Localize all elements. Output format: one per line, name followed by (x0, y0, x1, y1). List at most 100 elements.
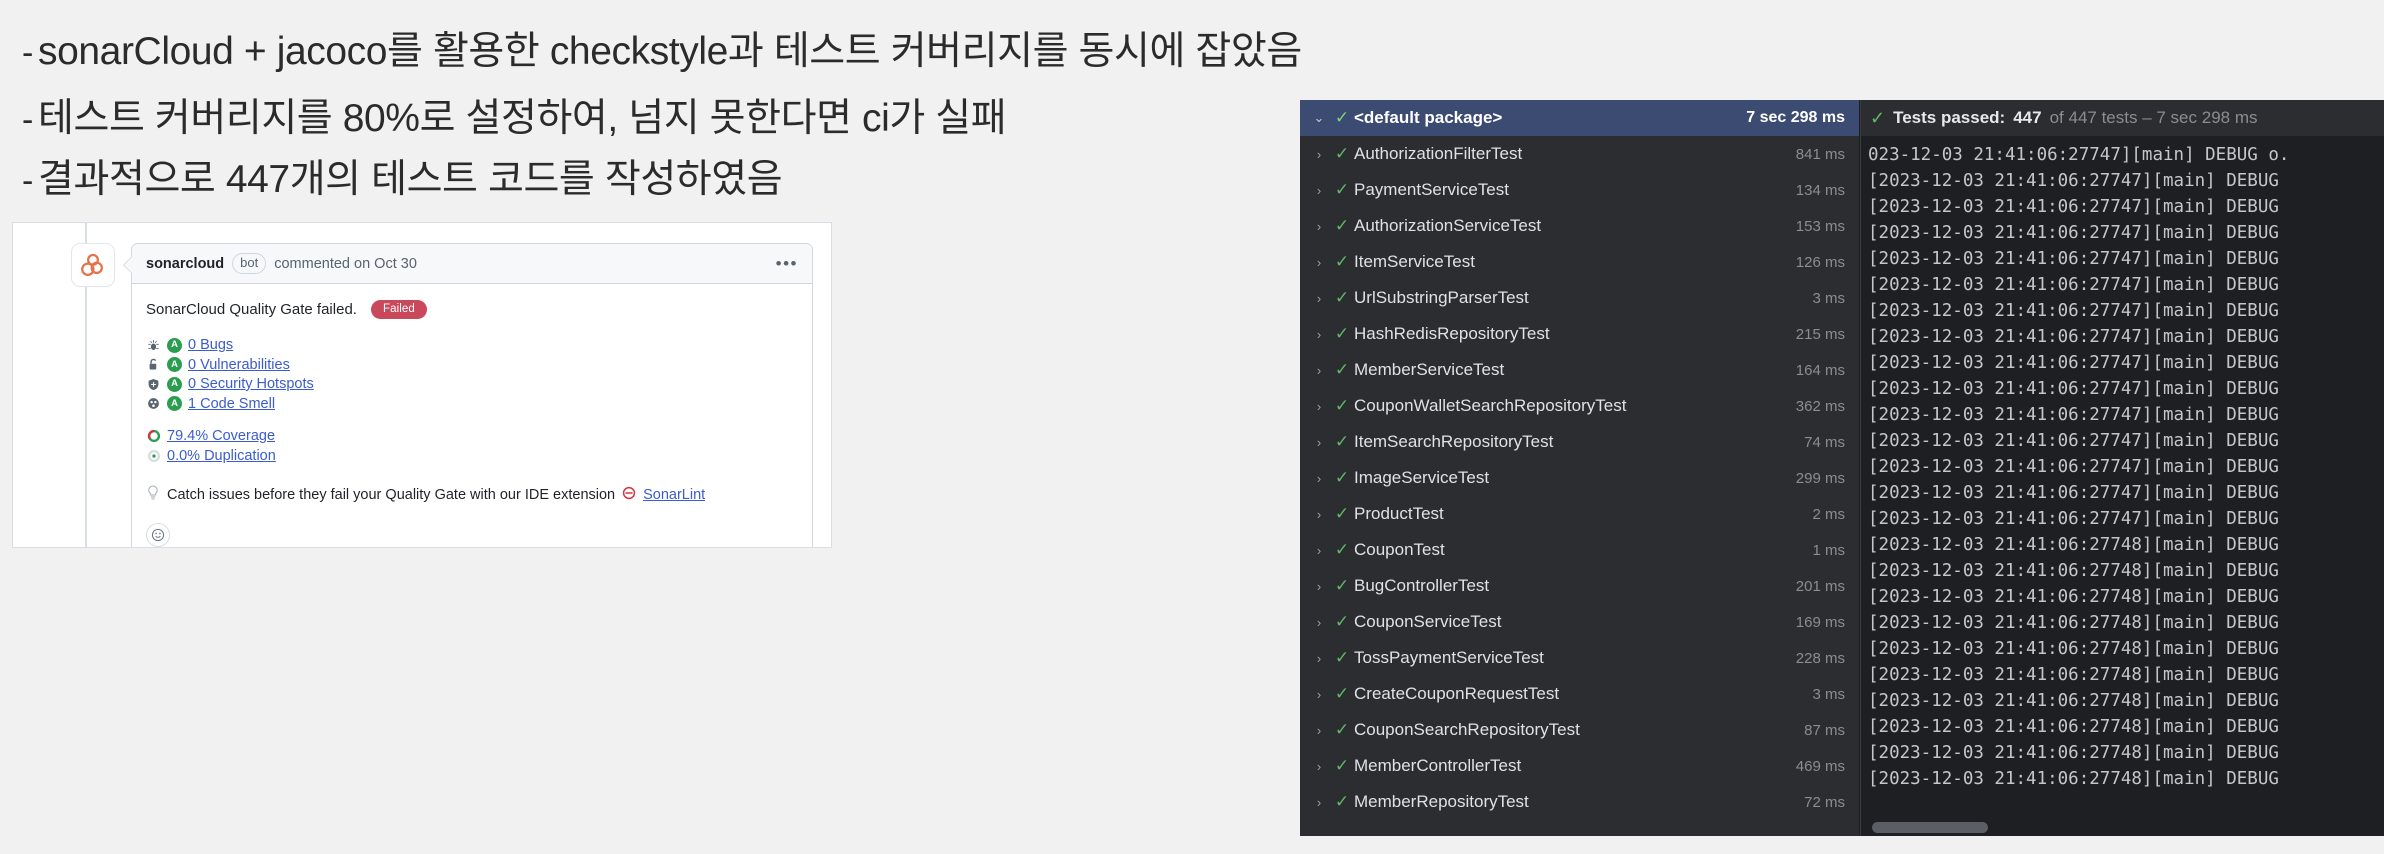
check-icon: ✓ (1334, 576, 1350, 595)
tree-item-duration: 299 ms (1795, 469, 1845, 487)
tree-row[interactable]: › ✓ MemberServiceTest 164 ms (1300, 352, 1859, 388)
chevron-right-icon[interactable]: › (1308, 543, 1330, 558)
tree-row[interactable]: › ✓ HashRedisRepositoryTest 215 ms (1300, 316, 1859, 352)
comment-timestamp: commented on Oct 30 (274, 255, 417, 272)
tree-row[interactable]: › ✓ ItemSearchRepositoryTest 74 ms (1300, 424, 1859, 460)
metric-row: A 0 Bugs (146, 335, 798, 355)
tree-row[interactable]: › ✓ CouponSearchRepositoryTest 87 ms (1300, 712, 1859, 748)
tree-item-label: PaymentServiceTest (1354, 180, 1509, 199)
chevron-right-icon[interactable]: › (1308, 579, 1330, 594)
console-log-line: [2023-12-03 21:41:06:27747][main] DEBUG (1868, 327, 2279, 347)
tree-row[interactable]: › ✓ ProductTest 2 ms (1300, 496, 1859, 532)
chevron-right-icon[interactable]: › (1308, 471, 1330, 486)
sonarlint-link[interactable]: SonarLint (643, 487, 705, 503)
tree-row[interactable]: › ✓ UrlSubstringParserTest 3 ms (1300, 280, 1859, 316)
ide-extension-tip: Catch issues before they fail your Quali… (146, 485, 798, 505)
console-log-line: [2023-12-03 21:41:06:27747][main] DEBUG (1868, 353, 2279, 373)
chevron-right-icon[interactable]: › (1308, 255, 1330, 270)
check-icon: ✓ (1334, 468, 1350, 487)
comment-body-container: sonarcloud bot commented on Oct 30 ••• S… (123, 243, 813, 547)
bullet-dash: - (22, 162, 33, 200)
check-icon: ✓ (1870, 107, 1886, 128)
tree-row[interactable]: › ✓ CouponWalletSearchRepositoryTest 362 ms (1300, 388, 1859, 424)
console-log-line: [2023-12-03 21:41:06:27748][main] DEBUG (1868, 665, 2279, 685)
metric-list: A 0 Bugs A 0 Vulnerabilities A 0 Securit… (146, 335, 798, 413)
tree-item-label: CreateCouponRequestTest (1354, 684, 1560, 703)
status-suffix: of 447 tests – 7 sec 298 ms (2049, 108, 2258, 127)
metric-row: 79.4% Coverage (146, 426, 798, 446)
tree-row[interactable]: › ✓ ImageServiceTest 299 ms (1300, 460, 1859, 496)
metric-link-bugs[interactable]: 0 Bugs (188, 337, 233, 353)
tree-row[interactable]: › ✓ BugControllerTest 201 ms (1300, 568, 1859, 604)
tree-row[interactable]: › ✓ AuthorizationServiceTest 153 ms (1300, 208, 1859, 244)
tree-item-duration: 72 ms (1804, 793, 1845, 811)
test-tree[interactable]: ⌄ ✓ <default package> 7 sec 298 ms › ✓ Aut… (1300, 100, 1860, 836)
chevron-right-icon[interactable]: › (1308, 759, 1330, 774)
tree-row[interactable]: › ✓ CreateCouponRequestTest 3 ms (1300, 676, 1859, 712)
horizontal-scrollbar[interactable] (1872, 822, 1988, 833)
chevron-right-icon[interactable]: › (1308, 183, 1330, 198)
tree-item-duration: 126 ms (1795, 253, 1845, 271)
lightbulb-icon (146, 485, 160, 505)
check-icon: ✓ (1334, 288, 1350, 307)
chevron-right-icon[interactable]: › (1308, 615, 1330, 630)
tree-row[interactable]: › ✓ MemberRepositoryTest 72 ms (1300, 784, 1859, 820)
quality-gate-line: SonarCloud Quality Gate failed. Failed (146, 300, 798, 320)
console-log-line: [2023-12-03 21:41:06:27747][main] DEBUG (1868, 197, 2279, 217)
console-log-line: [2023-12-03 21:41:06:27747][main] DEBUG (1868, 301, 2279, 321)
console-log-line: [2023-12-03 21:41:06:27747][main] DEBUG (1868, 249, 2279, 269)
metric-link-coverage[interactable]: 79.4% Coverage (167, 428, 275, 444)
quality-gate-text: SonarCloud Quality Gate failed. (146, 301, 357, 319)
chevron-right-icon[interactable]: › (1308, 363, 1330, 378)
avatar[interactable] (71, 243, 115, 287)
chevron-right-icon[interactable]: › (1308, 651, 1330, 666)
console-log-line: 023-12-03 21:41:06:27747][main] DEBUG o. (1868, 145, 2290, 165)
kebab-menu-icon[interactable]: ••• (776, 254, 798, 271)
console-log-line: [2023-12-03 21:41:06:27748][main] DEBUG (1868, 587, 2279, 607)
console-panel[interactable]: ✓ Tests passed: 447 of 447 tests – 7 sec… (1860, 100, 2384, 836)
check-icon: ✓ (1334, 360, 1350, 379)
chevron-right-icon[interactable]: › (1308, 723, 1330, 738)
chevron-right-icon[interactable]: › (1308, 399, 1330, 414)
tree-row[interactable]: › ✓ PaymentServiceTest 134 ms (1300, 172, 1859, 208)
add-reaction-button[interactable] (146, 523, 170, 547)
chevron-right-icon[interactable]: › (1308, 795, 1330, 810)
tree-row[interactable]: › ✓ CouponServiceTest 169 ms (1300, 604, 1859, 640)
console-log-line: [2023-12-03 21:41:06:27747][main] DEBUG (1868, 509, 2279, 529)
chevron-right-icon[interactable]: › (1308, 507, 1330, 522)
chevron-right-icon[interactable]: › (1308, 435, 1330, 450)
tree-row[interactable]: › ✓ AuthorizationFilterTest 841 ms (1300, 136, 1859, 172)
metric-link-security-hotspots[interactable]: 0 Security Hotspots (188, 376, 314, 392)
tree-row[interactable]: › ✓ TossPaymentServiceTest 228 ms (1300, 640, 1859, 676)
tree-item-label: CouponSearchRepositoryTest (1354, 720, 1580, 739)
tree-row[interactable]: › ✓ MemberControllerTest 469 ms (1300, 748, 1859, 784)
chevron-right-icon[interactable]: › (1308, 219, 1330, 234)
github-comment-card: sonarcloud bot commented on Oct 30 ••• S… (12, 222, 832, 548)
tree-item-duration: 3 ms (1812, 685, 1845, 703)
console-log-line: [2023-12-03 21:41:06:27747][main] DEBUG (1868, 405, 2279, 425)
chevron-right-icon[interactable]: › (1308, 687, 1330, 702)
chevron-right-icon[interactable]: › (1308, 147, 1330, 162)
tree-row[interactable]: › ✓ ItemServiceTest 126 ms (1300, 244, 1859, 280)
console-log-line: [2023-12-03 21:41:06:27748][main] DEBUG (1868, 639, 2279, 659)
tree-row-root[interactable]: ⌄ ✓ <default package> 7 sec 298 ms (1300, 100, 1859, 136)
tree-row[interactable]: › ✓ CouponTest 1 ms (1300, 532, 1859, 568)
metric-link-code-smell[interactable]: 1 Code Smell (188, 396, 275, 412)
sonarlint-icon (622, 486, 636, 504)
metric-link-duplication[interactable]: 0.0% Duplication (167, 448, 276, 464)
bullet-item: - sonarCloud + jacoco를 활용한 checkstyle과 테… (0, 20, 1302, 76)
bullet-item: - 테스트 커버리지를 80%로 설정하여, 넘지 못한다면 ci가 실패 (0, 87, 1007, 143)
comment-author[interactable]: sonarcloud (146, 256, 224, 272)
metric-link-vulnerabilities[interactable]: 0 Vulnerabilities (188, 357, 290, 373)
tree-item-label: CouponTest (1354, 540, 1445, 559)
rating-badge: A (167, 357, 182, 372)
bullet-text: 테스트 커버리지를 80%로 설정하여, 넘지 못한다면 ci가 실패 (38, 97, 1007, 140)
tree-item-label: MemberRepositoryTest (1354, 792, 1529, 811)
chevron-right-icon[interactable]: › (1308, 327, 1330, 342)
tree-item-label: CouponWalletSearchRepositoryTest (1354, 396, 1627, 415)
chevron-right-icon[interactable]: › (1308, 291, 1330, 306)
duplication-donut-icon (146, 448, 161, 463)
tip-text: Catch issues before they fail your Quali… (167, 487, 616, 504)
panel-divider (1860, 100, 1861, 836)
chevron-down-icon[interactable]: ⌄ (1308, 110, 1330, 126)
